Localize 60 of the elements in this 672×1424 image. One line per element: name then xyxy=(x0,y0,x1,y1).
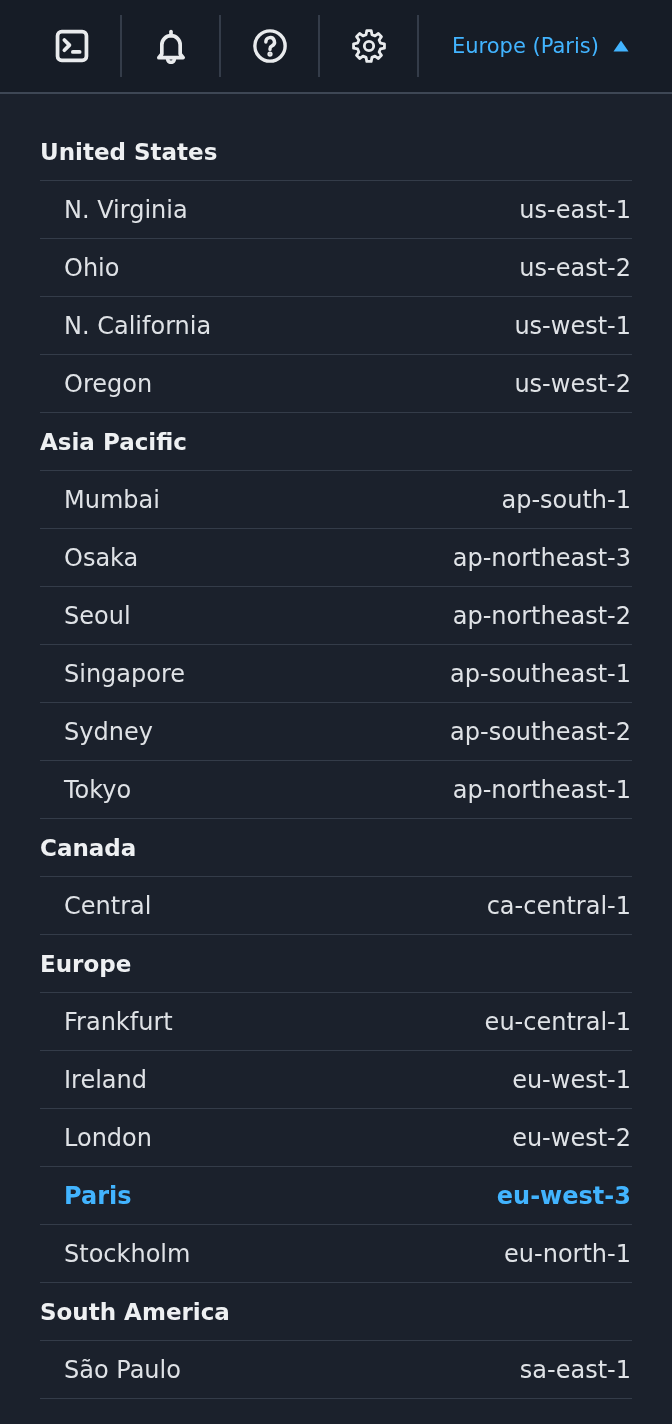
bell-icon xyxy=(155,28,186,64)
region-name: São Paulo xyxy=(64,1355,181,1384)
region-option[interactable]: N. Virginia us-east-1 xyxy=(40,181,632,239)
region-name: Osaka xyxy=(64,543,139,572)
region-option[interactable]: London eu-west-2 xyxy=(40,1109,632,1167)
region-name: Sydney xyxy=(64,717,153,746)
region-option[interactable]: Central ca-central-1 xyxy=(40,877,632,935)
region-name: Central xyxy=(64,891,152,920)
region-option[interactable]: Tokyo ap-northeast-1 xyxy=(40,761,632,819)
help-icon xyxy=(252,29,287,63)
group-heading: South America xyxy=(40,1298,230,1325)
region-code: ap-southeast-2 xyxy=(450,717,631,746)
region-option[interactable]: Oregon us-west-2 xyxy=(40,355,632,413)
region-name: Seoul xyxy=(64,601,131,630)
region-code: ap-southeast-1 xyxy=(450,659,631,688)
region-name: London xyxy=(64,1123,152,1152)
group-heading: Canada xyxy=(40,834,137,861)
region-name: Tokyo xyxy=(64,775,132,804)
region-code: ap-south-1 xyxy=(501,485,631,514)
region-option[interactable]: Frankfurt eu-central-1 xyxy=(40,993,632,1051)
region-code: ap-northeast-3 xyxy=(452,543,631,572)
region-code: eu-central-1 xyxy=(484,1007,631,1036)
region-code: eu-west-2 xyxy=(512,1123,631,1152)
settings-icon xyxy=(351,29,386,63)
region-option[interactable]: Sydney ap-southeast-2 xyxy=(40,703,632,761)
region-name: Stockholm xyxy=(64,1239,191,1268)
region-code: us-east-2 xyxy=(519,253,631,282)
region-option[interactable]: Ohio us-east-2 xyxy=(40,239,632,297)
region-option[interactable]: Seoul ap-northeast-2 xyxy=(40,587,632,645)
region-code: sa-east-1 xyxy=(519,1355,631,1384)
region-code: us-west-2 xyxy=(514,369,631,398)
region-code: ap-northeast-2 xyxy=(452,601,631,630)
region-option[interactable]: Mumbai ap-south-1 xyxy=(40,471,632,529)
region-option[interactable]: Ireland eu-west-1 xyxy=(40,1051,632,1109)
region-option[interactable]: Osaka ap-northeast-3 xyxy=(40,529,632,587)
region-code: eu-west-3 xyxy=(496,1181,631,1210)
region-code: eu-north-1 xyxy=(504,1239,631,1268)
terminal-icon xyxy=(54,29,89,63)
region-code: us-east-1 xyxy=(519,195,631,224)
region-code: ap-northeast-1 xyxy=(452,775,631,804)
region-name: Oregon xyxy=(64,369,153,398)
region-option[interactable]: N. California us-west-1 xyxy=(40,297,632,355)
region-name: N. Virginia xyxy=(64,195,188,224)
region-code: eu-west-1 xyxy=(512,1065,631,1094)
region-name: Mumbai xyxy=(64,485,160,514)
region-name: Singapore xyxy=(64,659,186,688)
region-option[interactable]: Paris eu-west-3 xyxy=(40,1167,632,1225)
group-heading: United States xyxy=(40,138,218,165)
region-name: Paris xyxy=(64,1181,132,1210)
region-code: ca-central-1 xyxy=(486,891,631,920)
region-code: us-west-1 xyxy=(514,311,631,340)
region-name: N. California xyxy=(64,311,212,340)
region-name: Frankfurt xyxy=(64,1007,173,1036)
region-name: Ohio xyxy=(64,253,120,282)
group-heading: Asia Pacific xyxy=(40,428,187,455)
region-name: Ireland xyxy=(64,1065,147,1094)
region-option[interactable]: São Paulo sa-east-1 xyxy=(40,1341,632,1399)
region-option[interactable]: Singapore ap-southeast-1 xyxy=(40,645,632,703)
region-option[interactable]: Stockholm eu-north-1 xyxy=(40,1225,632,1283)
group-heading: Europe xyxy=(40,950,132,977)
